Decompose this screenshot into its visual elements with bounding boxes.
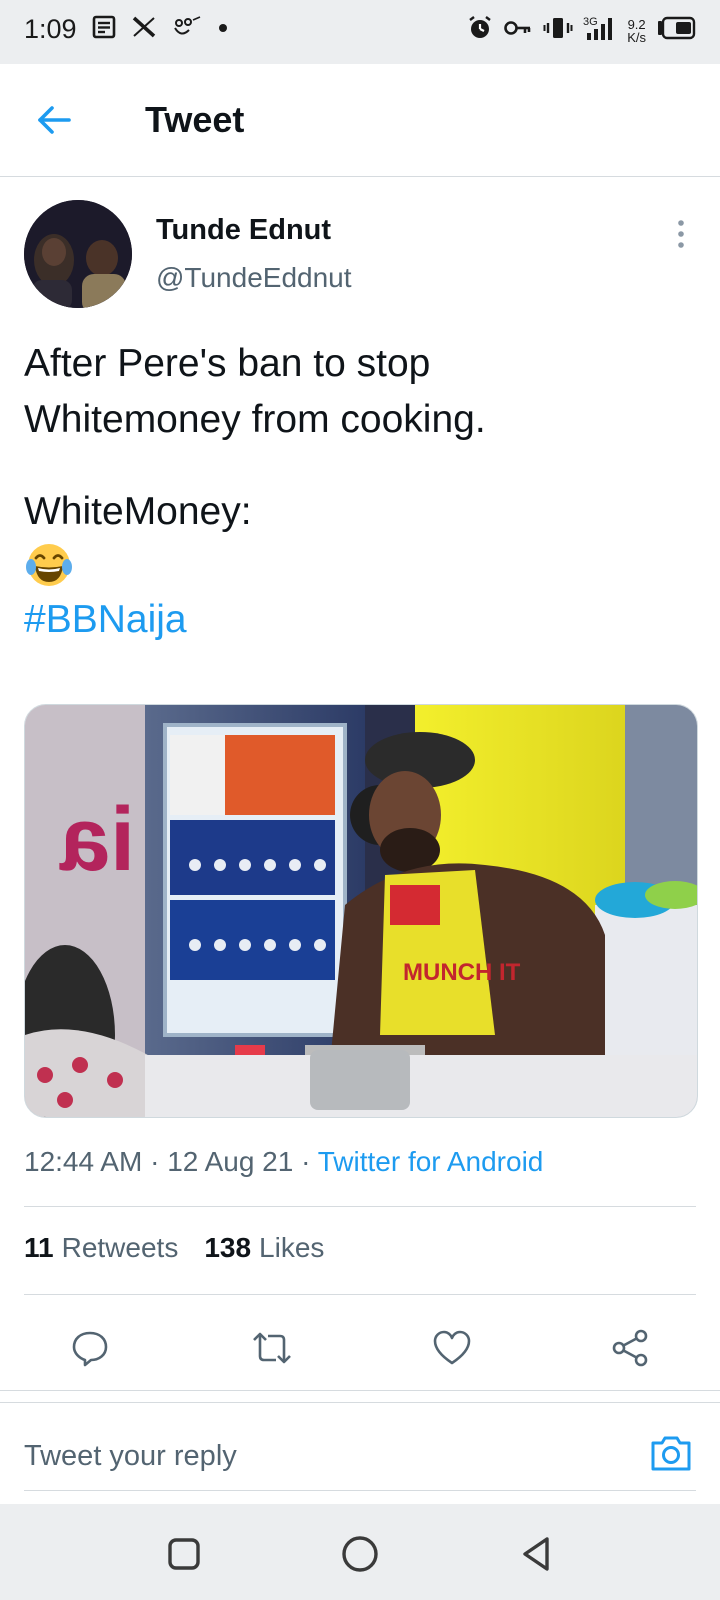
camera-button[interactable] bbox=[646, 1428, 696, 1478]
recents-square-icon bbox=[168, 1538, 200, 1570]
status-bar: 1:09 3G 9.2 K/s bbox=[0, 0, 720, 64]
home-circle-icon bbox=[342, 1536, 378, 1572]
speed-value: 9.2 bbox=[627, 16, 646, 32]
retweet-icon bbox=[253, 1332, 291, 1364]
avatar-photo bbox=[24, 200, 132, 308]
reply-input[interactable] bbox=[24, 1428, 624, 1484]
retweet-button[interactable] bbox=[244, 1320, 300, 1376]
tweet-text-line-2: Whitemoney from cooking. bbox=[24, 398, 486, 441]
back-button[interactable] bbox=[32, 98, 76, 142]
meta-separator: · bbox=[150, 1146, 160, 1177]
tweet-text-line-1: After Pere's ban to stop bbox=[24, 342, 431, 385]
alarm-icon bbox=[467, 15, 493, 46]
hashtag-link[interactable]: #BBNaija bbox=[24, 592, 696, 648]
x-logo-icon bbox=[131, 15, 157, 44]
page-title: Tweet bbox=[145, 99, 245, 140]
likes-label: Likes bbox=[259, 1232, 325, 1263]
back-triangle-icon bbox=[523, 1537, 549, 1571]
arrow-left-icon bbox=[38, 106, 71, 134]
app-notification-icon bbox=[171, 14, 203, 45]
laughing-tears-emoji-icon bbox=[24, 540, 696, 592]
author-name[interactable]: Tunde Ednut bbox=[156, 214, 331, 247]
like-button[interactable] bbox=[424, 1320, 480, 1376]
tweet-date: 12 Aug 21 bbox=[167, 1146, 294, 1177]
battery-icon bbox=[656, 16, 696, 45]
status-bar-right: 3G 9.2 K/s bbox=[467, 14, 696, 47]
meta-separator: · bbox=[301, 1146, 311, 1177]
svg-text:3G: 3G bbox=[583, 16, 598, 28]
tweet-meta: 12:44 AM · 12 Aug 21 · Twitter for Andro… bbox=[24, 1146, 543, 1178]
status-bar-left: 1:09 bbox=[24, 14, 229, 45]
tweet-source-link[interactable]: Twitter for Android bbox=[318, 1146, 544, 1177]
tweet-text: After Pere's ban to stop Whitemoney from… bbox=[24, 336, 696, 648]
retweets-stat[interactable]: 11 Retweets bbox=[24, 1232, 178, 1264]
vpn-key-icon bbox=[503, 18, 533, 43]
tweet-media-image[interactable]: ia MUNCH IT bbox=[24, 704, 698, 1118]
speed-unit: K/s bbox=[627, 29, 646, 45]
home-button[interactable] bbox=[334, 1528, 386, 1580]
share-button[interactable] bbox=[602, 1320, 658, 1376]
status-time: 1:09 bbox=[24, 14, 77, 44]
wall-lettering: ia bbox=[59, 790, 135, 890]
reply-underline bbox=[24, 1490, 696, 1491]
tweet-stats: 11 Retweets 138 Likes bbox=[24, 1232, 324, 1264]
divider bbox=[24, 1294, 696, 1295]
share-icon bbox=[612, 1329, 648, 1367]
vertical-dots-icon bbox=[678, 220, 684, 248]
author-avatar[interactable] bbox=[24, 200, 132, 308]
tweet-header: Tweet bbox=[0, 64, 720, 177]
nav-back-button[interactable] bbox=[510, 1528, 562, 1580]
divider bbox=[0, 1390, 720, 1391]
tweet-actions bbox=[0, 1312, 720, 1382]
reply-icon bbox=[72, 1331, 108, 1367]
more-options-button[interactable] bbox=[664, 214, 698, 254]
reply-section-separator bbox=[0, 1402, 720, 1403]
recents-button[interactable] bbox=[158, 1528, 210, 1580]
document-icon bbox=[91, 14, 117, 45]
author-handle[interactable]: @TundeEddnut bbox=[156, 262, 352, 294]
tweet-time: 12:44 AM bbox=[24, 1146, 143, 1177]
dot-icon bbox=[217, 21, 229, 39]
vibrate-icon bbox=[543, 15, 573, 46]
camera-icon bbox=[651, 1436, 691, 1471]
apron-text: MUNCH IT bbox=[403, 959, 521, 986]
like-icon bbox=[433, 1330, 471, 1365]
system-nav-bar bbox=[0, 1504, 720, 1600]
retweets-count: 11 bbox=[24, 1232, 54, 1263]
media-photo: ia MUNCH IT bbox=[25, 705, 697, 1117]
tweet-text-line-3: WhiteMoney: bbox=[24, 490, 252, 533]
network-speed: 9.2 K/s bbox=[627, 18, 646, 44]
retweets-label: Retweets bbox=[61, 1232, 179, 1263]
likes-count: 138 bbox=[204, 1232, 252, 1263]
signal-icon: 3G bbox=[583, 14, 617, 47]
divider bbox=[24, 1206, 696, 1207]
likes-stat[interactable]: 138 Likes bbox=[204, 1232, 324, 1264]
reply-button[interactable] bbox=[62, 1320, 118, 1376]
